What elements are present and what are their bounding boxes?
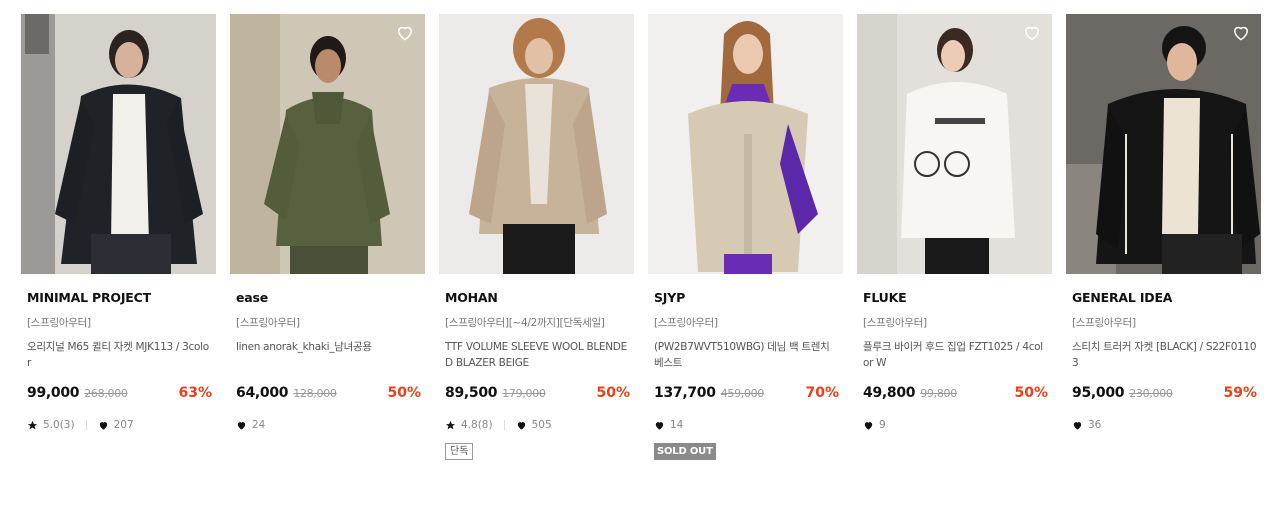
product-name[interactable]: linen anorak_khaki_남녀공용 (236, 339, 425, 371)
like-count: 24 (252, 419, 266, 431)
price-row: 49,800 99,800 50% (863, 385, 1052, 405)
original-price: 179,000 (502, 387, 546, 400)
product-meta: 5.0(3) 207 (27, 418, 216, 432)
sale-price: 99,000 (27, 385, 80, 401)
heart-filled-icon (99, 421, 107, 430)
heart-filled-icon (655, 421, 664, 430)
product-name[interactable]: (PW2B7WVT510WBG) 데님 백 트렌치 베스트 (654, 339, 843, 371)
sold-out-badge: SOLD OUT (654, 443, 716, 460)
product-card[interactable]: MOHAN [스프링아우터][~4/2까지][단독세일] TTF VOLUME … (439, 14, 634, 460)
sale-price: 49,800 (863, 385, 916, 401)
product-meta: 9 (863, 418, 1052, 432)
product-image[interactable] (230, 14, 425, 274)
original-price: 268,000 (84, 387, 128, 400)
category-tag: [스프링아우터] (1072, 317, 1136, 329)
price-row: 95,000 230,000 59% (1072, 385, 1261, 405)
discount-rate: 50% (1014, 385, 1048, 401)
product-card[interactable]: MINIMAL PROJECT [스프링아우터] 오리지널 M65 퀼티 자켓 … (21, 14, 216, 460)
like-count: 14 (670, 419, 684, 431)
wishlist-heart-icon[interactable] (1022, 23, 1042, 43)
category-tag: [스프링아우터] (863, 317, 927, 329)
wishlist-heart-icon[interactable] (1231, 23, 1251, 43)
brand-name[interactable]: MOHAN (445, 290, 634, 306)
discount-rate: 59% (1223, 385, 1257, 401)
product-photo (230, 14, 425, 274)
brand-name[interactable]: MINIMAL PROJECT (27, 290, 216, 306)
product-photo (648, 14, 843, 274)
heart-filled-icon (237, 421, 246, 430)
like-count: 9 (879, 419, 886, 431)
product-card[interactable]: GENERAL IDEA [스프링아우터] 스티치 트러커 자켓 [BLACK]… (1066, 14, 1261, 460)
heart-filled-icon (864, 421, 873, 430)
product-meta: 14 (654, 418, 843, 432)
discount-rate: 70% (805, 385, 839, 401)
discount-rate: 50% (387, 385, 421, 401)
product-name[interactable]: 플루크 바이커 후드 집업 FZT1025 / 4color W (863, 339, 1052, 371)
price-row: 99,000 268,000 63% (27, 385, 216, 405)
price-row: 64,000 128,000 50% (236, 385, 425, 405)
product-image[interactable] (1066, 14, 1261, 274)
star-icon (445, 420, 456, 429)
sale-price: 137,700 (654, 385, 716, 401)
brand-name[interactable]: SJYP (654, 290, 843, 306)
wishlist-heart-icon[interactable] (395, 23, 415, 43)
price-row: 137,700 459,000 70% (654, 385, 843, 405)
product-image[interactable] (648, 14, 843, 274)
product-meta: 24 (236, 418, 425, 432)
exclusive-badge: 단독 (445, 443, 474, 460)
brand-name[interactable]: ease (236, 290, 425, 306)
price-row: 89,500 179,000 50% (445, 385, 634, 405)
product-photo (21, 14, 216, 274)
category-tag: [스프링아우터] (27, 317, 91, 329)
product-photo (439, 14, 634, 274)
category-tag: [스프링아우터] (236, 317, 300, 329)
meta-divider (85, 420, 87, 430)
product-image[interactable] (439, 14, 634, 274)
product-meta: 36 (1072, 418, 1261, 432)
category-tag: [스프링아우터] (654, 317, 718, 329)
sale-price: 64,000 (236, 385, 289, 401)
like-count: 36 (1088, 419, 1102, 431)
product-meta: 4.8(8) 505 (445, 418, 634, 432)
like-count: 505 (531, 419, 552, 431)
product-grid: MINIMAL PROJECT [스프링아우터] 오리지널 M65 퀼티 자켓 … (21, 14, 1261, 460)
rating-value: 5.0(3) (43, 419, 75, 431)
product-photo (857, 14, 1052, 274)
original-price: 128,000 (293, 387, 337, 400)
product-photo (1066, 14, 1261, 274)
original-price: 230,000 (1129, 387, 1173, 400)
product-card[interactable]: ease [스프링아우터] linen anorak_khaki_남녀공용 64… (230, 14, 425, 460)
product-name[interactable]: TTF VOLUME SLEEVE WOOL BLENDED BLAZER BE… (445, 339, 634, 371)
product-image[interactable] (857, 14, 1052, 274)
product-name[interactable]: 스티치 트러커 자켓 [BLACK] / S22F01103 (1072, 339, 1261, 371)
product-image[interactable] (21, 14, 216, 274)
category-tag: [스프링아우터][~4/2까지][단독세일] (445, 317, 605, 329)
heart-filled-icon (517, 421, 525, 430)
brand-name[interactable]: GENERAL IDEA (1072, 290, 1261, 306)
discount-rate: 50% (596, 385, 630, 401)
like-count: 207 (113, 419, 134, 431)
heart-filled-icon (1073, 421, 1082, 430)
product-name[interactable]: 오리지널 M65 퀼티 자켓 MJK113 / 3color (27, 339, 216, 371)
sale-price: 89,500 (445, 385, 498, 401)
discount-rate: 63% (178, 385, 212, 401)
original-price: 99,800 (920, 387, 957, 400)
brand-name[interactable]: FLUKE (863, 290, 1052, 306)
rating-value: 4.8(8) (461, 419, 493, 431)
star-icon (27, 420, 38, 429)
sale-price: 95,000 (1072, 385, 1125, 401)
meta-divider (503, 420, 505, 430)
product-card[interactable]: SJYP [스프링아우터] (PW2B7WVT510WBG) 데님 백 트렌치 … (648, 14, 843, 460)
original-price: 459,000 (720, 387, 765, 400)
product-card[interactable]: FLUKE [스프링아우터] 플루크 바이커 후드 집업 FZT1025 / 4… (857, 14, 1052, 460)
